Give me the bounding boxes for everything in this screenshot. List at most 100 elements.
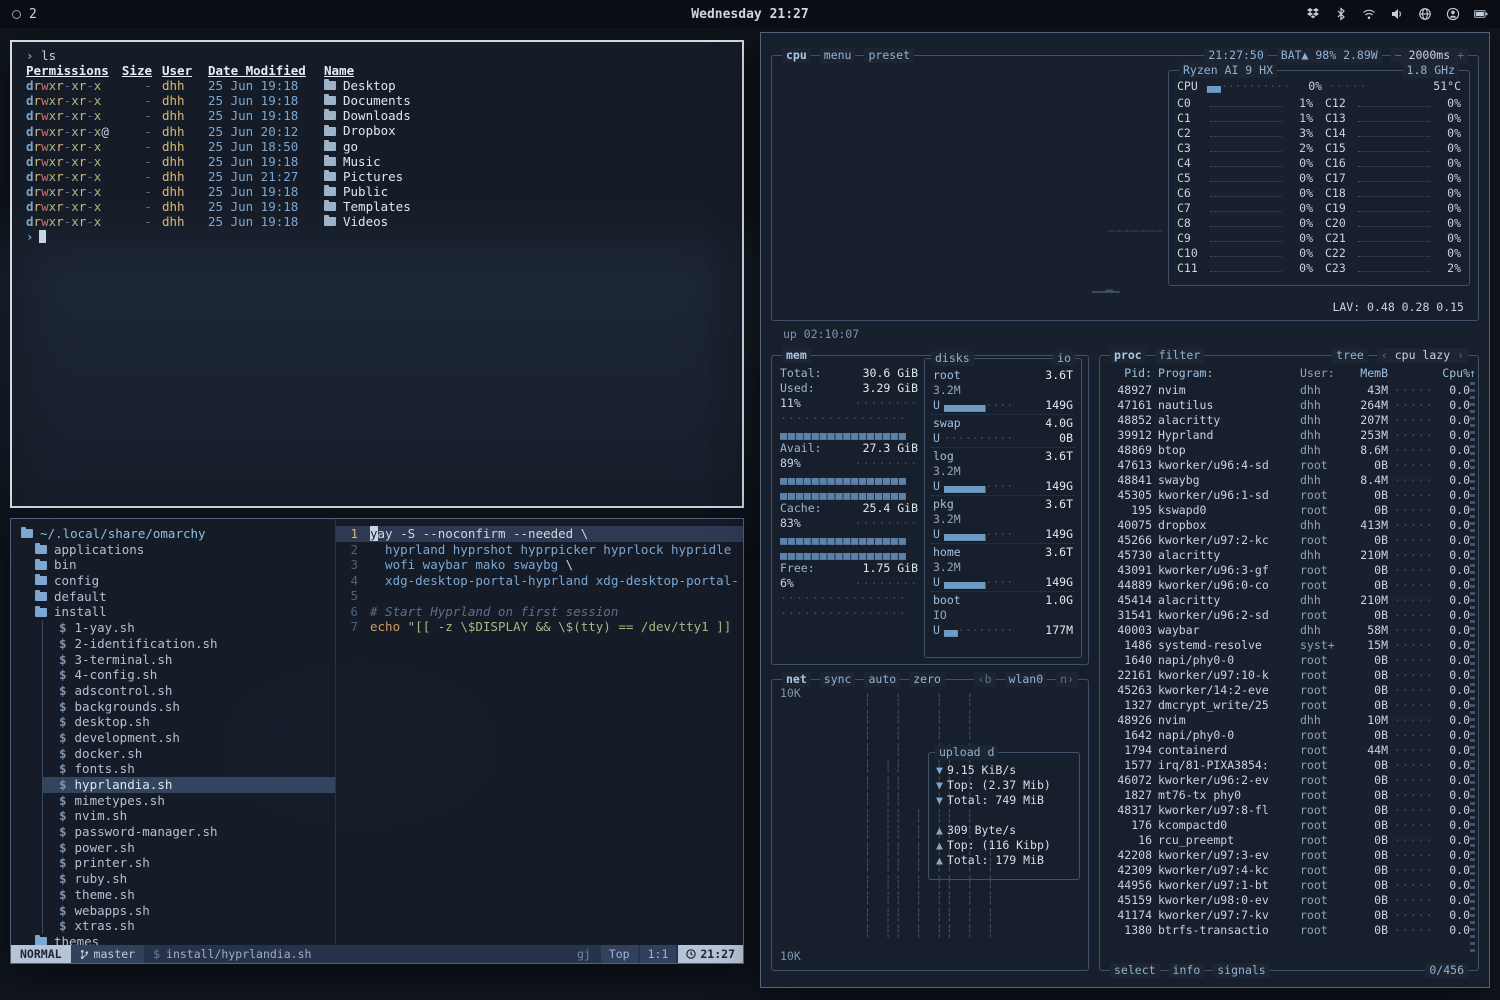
tree-file-theme.sh[interactable]: $theme.sh [42,887,335,903]
editor-line[interactable]: 3 wofi waybar mako swaybg \ [336,557,743,573]
cpu-box-title[interactable]: cpu [782,48,811,63]
editor-line[interactable]: 2 hyprland hyprshot hyprpicker hyprlock … [336,542,743,558]
battery-icon[interactable] [1473,7,1488,22]
editor-line[interactable]: 6# Start Hyprland on first session [336,604,743,620]
tree-file-webapps.sh[interactable]: $webapps.sh [42,903,335,919]
net-auto-button[interactable]: auto [864,672,900,687]
terminal-ls-window[interactable]: › ls PermissionsSizeUserDate ModifiedNam… [10,40,744,508]
iface-next[interactable]: n› [1056,672,1078,687]
iface-prev[interactable]: ‹b [974,672,996,687]
tree-file-nvim.sh[interactable]: $nvim.sh [42,808,335,824]
process-row[interactable]: 43091kworker/u96:3-gfroot0B·········0.0 [1108,563,1470,578]
sort-direction-arrow[interactable]: ↑ [1469,366,1476,381]
tree-file-password-manager.sh[interactable]: $password-manager.sh [42,824,335,840]
tree-file-hyprlandia.sh[interactable]: $hyprlandia.sh [42,777,335,793]
tree-file-fonts.sh[interactable]: $fonts.sh [42,761,335,777]
process-row[interactable]: 40075dropboxdhh413M·········0.0 [1108,518,1470,533]
editor-buffer[interactable]: 1yay -S --noconfirm --needed \2 hyprland… [335,519,743,945]
proc-column-header[interactable]: Program: [1158,366,1294,381]
net-zero-button[interactable]: zero [909,672,945,687]
proc-column-header[interactable]: User: [1300,366,1344,381]
process-row[interactable]: 1577irq/81-PIXA3854:root0B·········0.0 [1108,758,1470,773]
tree-file-desktop.sh[interactable]: $desktop.sh [42,714,335,730]
wifi-icon[interactable] [1361,7,1376,22]
process-row[interactable]: 46072kworker/u96:2-evroot0B·········0.0 [1108,773,1470,788]
net-sync-button[interactable]: sync [820,672,856,687]
tree-folder-default[interactable]: default [21,589,335,605]
process-row[interactable]: 31541kworker/u96:2-sdroot0B·········0.0 [1108,608,1470,623]
tree-folder-install[interactable]: install [21,604,335,620]
process-row[interactable]: 1380btrfs-transactioroot0B·········0.0 [1108,923,1470,938]
tree-folder-config[interactable]: config [21,573,335,589]
process-row[interactable]: 44889kworker/u96:0-coroot0B·········0.0 [1108,578,1470,593]
signals-button[interactable]: signals [1213,963,1269,978]
tree-file-adscontrol.sh[interactable]: $adscontrol.sh [42,683,335,699]
tree-file-1-yay.sh[interactable]: $1-yay.sh [42,620,335,636]
process-row[interactable]: 48926nvimdhh10M·········0.0 [1108,713,1470,728]
process-row[interactable]: 45159kworker/u98:0-evroot0B·········0.0 [1108,893,1470,908]
tree-file-xtras.sh[interactable]: $xtras.sh [42,918,335,934]
process-row[interactable]: 41174kworker/u97:7-kvroot0B·········0.0 [1108,908,1470,923]
tree-file-4-config.sh[interactable]: $4-config.sh [42,667,335,683]
proc-column-header[interactable]: Pid: [1108,366,1152,381]
proc-scrollbar[interactable] [1470,382,1475,954]
process-row[interactable]: 1327dmcrypt_write/25root0B·········0.0 [1108,698,1470,713]
preset-button[interactable]: preset [864,48,914,63]
tree-file-2-identification.sh[interactable]: $2-identification.sh [42,636,335,652]
net-box-title[interactable]: net [782,672,811,687]
upload-box-title[interactable]: upload d [935,745,998,760]
bluetooth-icon[interactable] [1333,7,1348,22]
workspace-number[interactable]: 2 [29,7,37,22]
process-row[interactable]: 195kswapd0root0B·········0.0 [1108,503,1470,518]
io-toggle[interactable]: io [1053,351,1075,366]
filter-button[interactable]: filter [1155,348,1205,363]
tree-file-printer.sh[interactable]: $printer.sh [42,855,335,871]
globe-icon[interactable] [1417,7,1432,22]
tree-file-3-terminal.sh[interactable]: $3-terminal.sh [42,652,335,668]
tree-folder-applications[interactable]: applications [21,542,335,558]
menu-button[interactable]: menu [820,48,856,63]
tree-file-development.sh[interactable]: $development.sh [42,730,335,746]
process-row[interactable]: 48869btopdhh8.6M·········0.0 [1108,443,1470,458]
network-interface[interactable]: wlan0 [1005,672,1048,687]
tree-file-power.sh[interactable]: $power.sh [42,840,335,856]
refresh-interval[interactable]: − 2000ms + [1391,48,1468,63]
disks-title[interactable]: disks [931,351,974,366]
dropbox-icon[interactable] [1305,7,1320,22]
shell-prompt-line[interactable]: › [26,229,728,244]
process-row[interactable]: 48841swaybgdhh8.4M·········0.0 [1108,473,1470,488]
tree-file-mimetypes.sh[interactable]: $mimetypes.sh [42,793,335,809]
proc-column-header[interactable]: MemB [1350,366,1388,381]
process-row[interactable]: 48317kworker/u97:8-flroot0B·········0.0 [1108,803,1470,818]
process-row[interactable]: 22161kworker/u97:10-kroot0B·········0.0 [1108,668,1470,683]
proc-box-title[interactable]: proc [1110,348,1146,363]
process-row[interactable]: 39912Hyprlanddhh253M·········0.0 [1108,428,1470,443]
tree-folder-themes[interactable]: themes [21,934,335,945]
editor-line[interactable]: 4 xdg-desktop-portal-hyprland xdg-deskto… [336,573,743,589]
process-row[interactable]: 40003waybardhh58M·········0.0 [1108,623,1470,638]
sort-selector[interactable]: ‹ cpu lazy › [1377,348,1468,363]
user-icon[interactable] [1445,7,1460,22]
process-row[interactable]: 1794containerdroot44M·········0.0 [1108,743,1470,758]
editor-line[interactable]: 7echo "[[ -z \$DISPLAY && \$(tty) == /de… [336,619,743,635]
proc-column-header[interactable]: Cpu% [1440,366,1470,381]
editor-line[interactable]: 5 [336,588,743,604]
tree-file-docker.sh[interactable]: $docker.sh [42,746,335,762]
process-row[interactable]: 45263kworker/14:2-everoot0B·········0.0 [1108,683,1470,698]
process-row[interactable]: 45414alacrittydhh210M·········0.0 [1108,593,1470,608]
process-row[interactable]: 48852alacrittydhh207M·········0.0 [1108,413,1470,428]
workspace-indicator[interactable]: 2 [12,7,37,22]
process-row[interactable]: 48927nvimdhh43M·········0.0 [1108,383,1470,398]
proc-column-header[interactable] [1394,366,1434,381]
process-row[interactable]: 45305kworker/u96:1-sdroot0B·········0.0 [1108,488,1470,503]
process-row[interactable]: 1640napi/phy0-0root0B·········0.0 [1108,653,1470,668]
select-button[interactable]: select [1110,963,1160,978]
btop-window[interactable]: cpu menu preset 21:27:50 BAT▲ 98% 2.89W … [760,32,1490,988]
volume-icon[interactable] [1389,7,1404,22]
process-row[interactable]: 1827mt76-tx phy0root0B·········0.0 [1108,788,1470,803]
process-row[interactable]: 47161nautilusdhh264M·········0.0 [1108,398,1470,413]
editor-line[interactable]: 1yay -S --noconfirm --needed \ [336,526,743,542]
process-row[interactable]: 42208kworker/u97:3-evroot0B·········0.0 [1108,848,1470,863]
info-button[interactable]: info [1169,963,1205,978]
tree-file-backgrounds.sh[interactable]: $backgrounds.sh [42,699,335,715]
